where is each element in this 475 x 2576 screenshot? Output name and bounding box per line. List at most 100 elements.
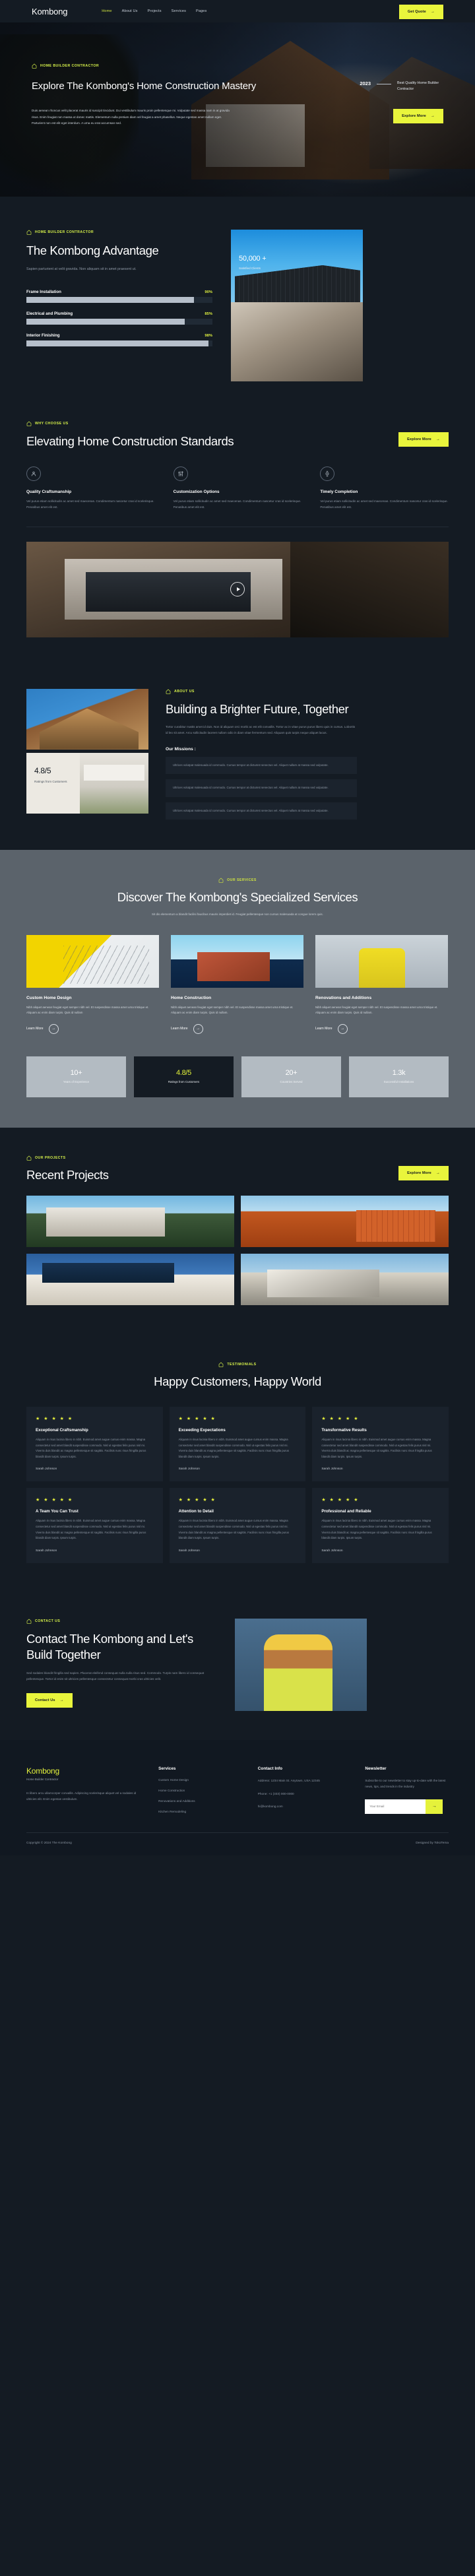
nav-item-pages[interactable]: Pages xyxy=(196,9,206,13)
testimonials-section: TESTIMONIALS Happy Customers, Happy Worl… xyxy=(0,1334,475,1594)
footer-link-kitchen-remodeling[interactable]: Kitchen Remodeling xyxy=(158,1810,242,1813)
home-icon xyxy=(26,421,32,426)
skill-label: Interior Finishing xyxy=(26,333,60,338)
hero-explore-more-button[interactable]: Explore More → xyxy=(393,109,443,124)
advantage-right: 50,000 + Satisfied Clients xyxy=(231,230,363,381)
home-icon xyxy=(26,1619,32,1624)
get-quote-button[interactable]: Get Quote → xyxy=(398,4,443,19)
newsletter-submit-button[interactable]: → xyxy=(426,1799,443,1814)
footer-link-custom-home-design[interactable]: Custom Home Design xyxy=(158,1778,242,1782)
sliders-icon xyxy=(173,466,188,481)
contact-left: CONTACT US Contact The Kombong and Let's… xyxy=(26,1619,218,1708)
advantage-stat-label: Satisfied Clients xyxy=(239,267,261,270)
advantage-description: Sapien parturient at velit gravida. Non … xyxy=(26,267,137,271)
project-thumbnail[interactable] xyxy=(26,1254,234,1306)
testimonial-body: Aliquam in risus lacinia libero in nibh.… xyxy=(321,1519,432,1540)
feature-timely-completion: Timely Completion Vel purus etiam sollic… xyxy=(320,466,449,511)
contact-us-button[interactable]: Contact Us → xyxy=(26,1692,73,1708)
home-icon xyxy=(218,878,224,884)
arrow-right-icon: → xyxy=(435,437,440,441)
about-roof-image xyxy=(26,688,148,750)
footer-newsletter-column: Newsletter Subscribe to our newsletter t… xyxy=(365,1766,449,1814)
skill-bar-header: Interior Finishing 98% xyxy=(26,333,212,338)
newsletter-email-input[interactable] xyxy=(365,1799,426,1814)
stat-label: Successful Installations xyxy=(383,1079,414,1083)
project-thumbnail[interactable] xyxy=(241,1196,449,1248)
standards-explore-more-button[interactable]: Explore More → xyxy=(398,432,449,447)
stats-row: 10+ Years of Experience 4.8/5 Ratings fr… xyxy=(26,1056,449,1097)
service-text: Nibh aliquet aenean feugiat eget semper … xyxy=(171,1005,294,1015)
advantage-section: HOME BUILDER CONTRACTOR The Kombong Adva… xyxy=(0,197,475,408)
footer-link-renovations-and-additions[interactable]: Renovations and Additions xyxy=(158,1799,242,1803)
nav-item-projects[interactable]: Projects xyxy=(148,9,162,13)
about-rating-label: Ratings from Customers xyxy=(34,779,67,783)
project-thumbnail[interactable] xyxy=(241,1254,449,1306)
contact-section: CONTACT US Contact The Kombong and Let's… xyxy=(0,1595,475,1740)
get-quote-label: Get Quote xyxy=(407,9,426,14)
hero-badge-year: 2023 xyxy=(360,80,371,86)
footer-brand-column: Kombong Home Builder Contractor In liber… xyxy=(26,1766,142,1814)
advantage-grid: HOME BUILDER CONTRACTOR The Kombong Adva… xyxy=(26,230,449,381)
projects-explore-more-label: Explore More xyxy=(407,1171,431,1176)
projects-heading-group: OUR PROJECTS Recent Projects xyxy=(26,1155,109,1183)
arrow-right-icon: → xyxy=(430,9,435,14)
stat-number: 20+ xyxy=(285,1068,298,1077)
learn-more-label: Learn More xyxy=(171,1027,188,1031)
service-text: Nibh aliquet aenean feugiat eget semper … xyxy=(315,1005,438,1015)
skill-value: 90% xyxy=(205,290,212,294)
learn-more-label: Learn More xyxy=(26,1027,44,1031)
service-title: Renovations and Additions xyxy=(315,995,372,1000)
rating-stars-icon: ★ ★ ★ ★ ★ xyxy=(321,1417,360,1422)
testimonials-title: Happy Customers, Happy World xyxy=(154,1374,321,1389)
about-eyebrow-label: ABOUT US xyxy=(174,689,195,693)
site-footer: Kombong Home Builder Contractor In liber… xyxy=(0,1739,475,1855)
project-thumbnail[interactable] xyxy=(26,1196,234,1248)
footer-designed-by: Designed by TokoTema xyxy=(416,1841,449,1845)
services-eyebrow: OUR SERVICES xyxy=(26,878,449,884)
footer-logo[interactable]: Kombong xyxy=(26,1766,142,1776)
contact-paragraph: Sed sodales blandit fringilla sed sapien… xyxy=(26,1671,205,1681)
advantage-stat-image: 50,000 + Satisfied Clients xyxy=(231,230,363,302)
contact-grid: CONTACT US Contact The Kombong and Let's… xyxy=(26,1618,449,1711)
page-root: Kombong Home About Us Projects Services … xyxy=(0,0,475,1855)
services-title: Discover The Kombong's Specialized Servi… xyxy=(117,890,358,905)
skill-fill xyxy=(26,296,194,303)
service-text: Nibh aliquet aenean feugiat eget semper … xyxy=(26,1005,149,1015)
testimonial-body: Aliquam in risus lacinia libero in nibh.… xyxy=(36,1519,146,1540)
footer-email[interactable]: hi@kombong.com xyxy=(258,1804,350,1810)
service-card-home-construction[interactable]: Home Construction Nibh aliquet aenean fe… xyxy=(171,934,303,1034)
service-learn-more-link[interactable]: Learn More → xyxy=(315,1023,448,1034)
skill-track xyxy=(26,340,212,346)
skill-track xyxy=(26,296,212,303)
play-icon[interactable] xyxy=(230,582,245,597)
service-learn-more-link[interactable]: Learn More → xyxy=(171,1023,303,1034)
advantage-eyebrow-label: HOME BUILDER CONTRACTOR xyxy=(35,230,94,234)
footer-contact-heading: Contact Info xyxy=(257,1766,283,1771)
footer-link-home-construction[interactable]: Home Construction xyxy=(158,1789,242,1792)
testimonial-card: ★ ★ ★ ★ ★ Transformative Results Aliquam… xyxy=(312,1407,449,1482)
advantage-title: The Kombong Advantage xyxy=(26,243,159,257)
service-card-renovations-and-additions[interactable]: Renovations and Additions Nibh aliquet a… xyxy=(315,934,448,1034)
roof-graphic xyxy=(235,265,360,302)
stat-years-of-experience: 10+ Years of Experience xyxy=(26,1056,126,1097)
feature-text: Vel purus etiam sollicitudin ac amet sed… xyxy=(320,499,448,509)
contact-eyebrow: CONTACT US xyxy=(26,1619,218,1624)
brand-logo[interactable]: Kombong xyxy=(32,7,67,16)
service-card-custom-home-design[interactable]: Custom Home Design Nibh aliquet aenean f… xyxy=(26,934,159,1034)
service-learn-more-link[interactable]: Learn More → xyxy=(26,1023,159,1034)
footer-container: Kombong Home Builder Contractor In liber… xyxy=(26,1766,449,1855)
promo-video[interactable] xyxy=(26,541,449,637)
rating-stars-icon: ★ ★ ★ ★ ★ xyxy=(36,1498,74,1503)
testimonial-author: Sarah Johnson xyxy=(178,1549,200,1553)
nav-item-about-us[interactable]: About Us xyxy=(122,9,138,13)
mission-item: Ultrices volutpat malesuada id commodo. … xyxy=(166,802,357,820)
nav-item-home[interactable]: Home xyxy=(102,9,111,13)
testimonial-title: Exceeding Expectations xyxy=(178,1428,226,1433)
nav-item-services[interactable]: Services xyxy=(172,9,186,13)
hero-award-badge: 2023 Best Quality Home Builder Contracto… xyxy=(360,80,443,92)
projects-explore-more-button[interactable]: Explore More → xyxy=(398,1166,449,1181)
arrow-right-circle-icon: → xyxy=(48,1023,59,1034)
advantage-left: HOME BUILDER CONTRACTOR The Kombong Adva… xyxy=(26,230,212,381)
standards-section: WHY CHOOSE US Elevating Home Constructio… xyxy=(0,408,475,660)
mission-item: Ultrices volutpat malesuada id commodo. … xyxy=(166,779,357,797)
